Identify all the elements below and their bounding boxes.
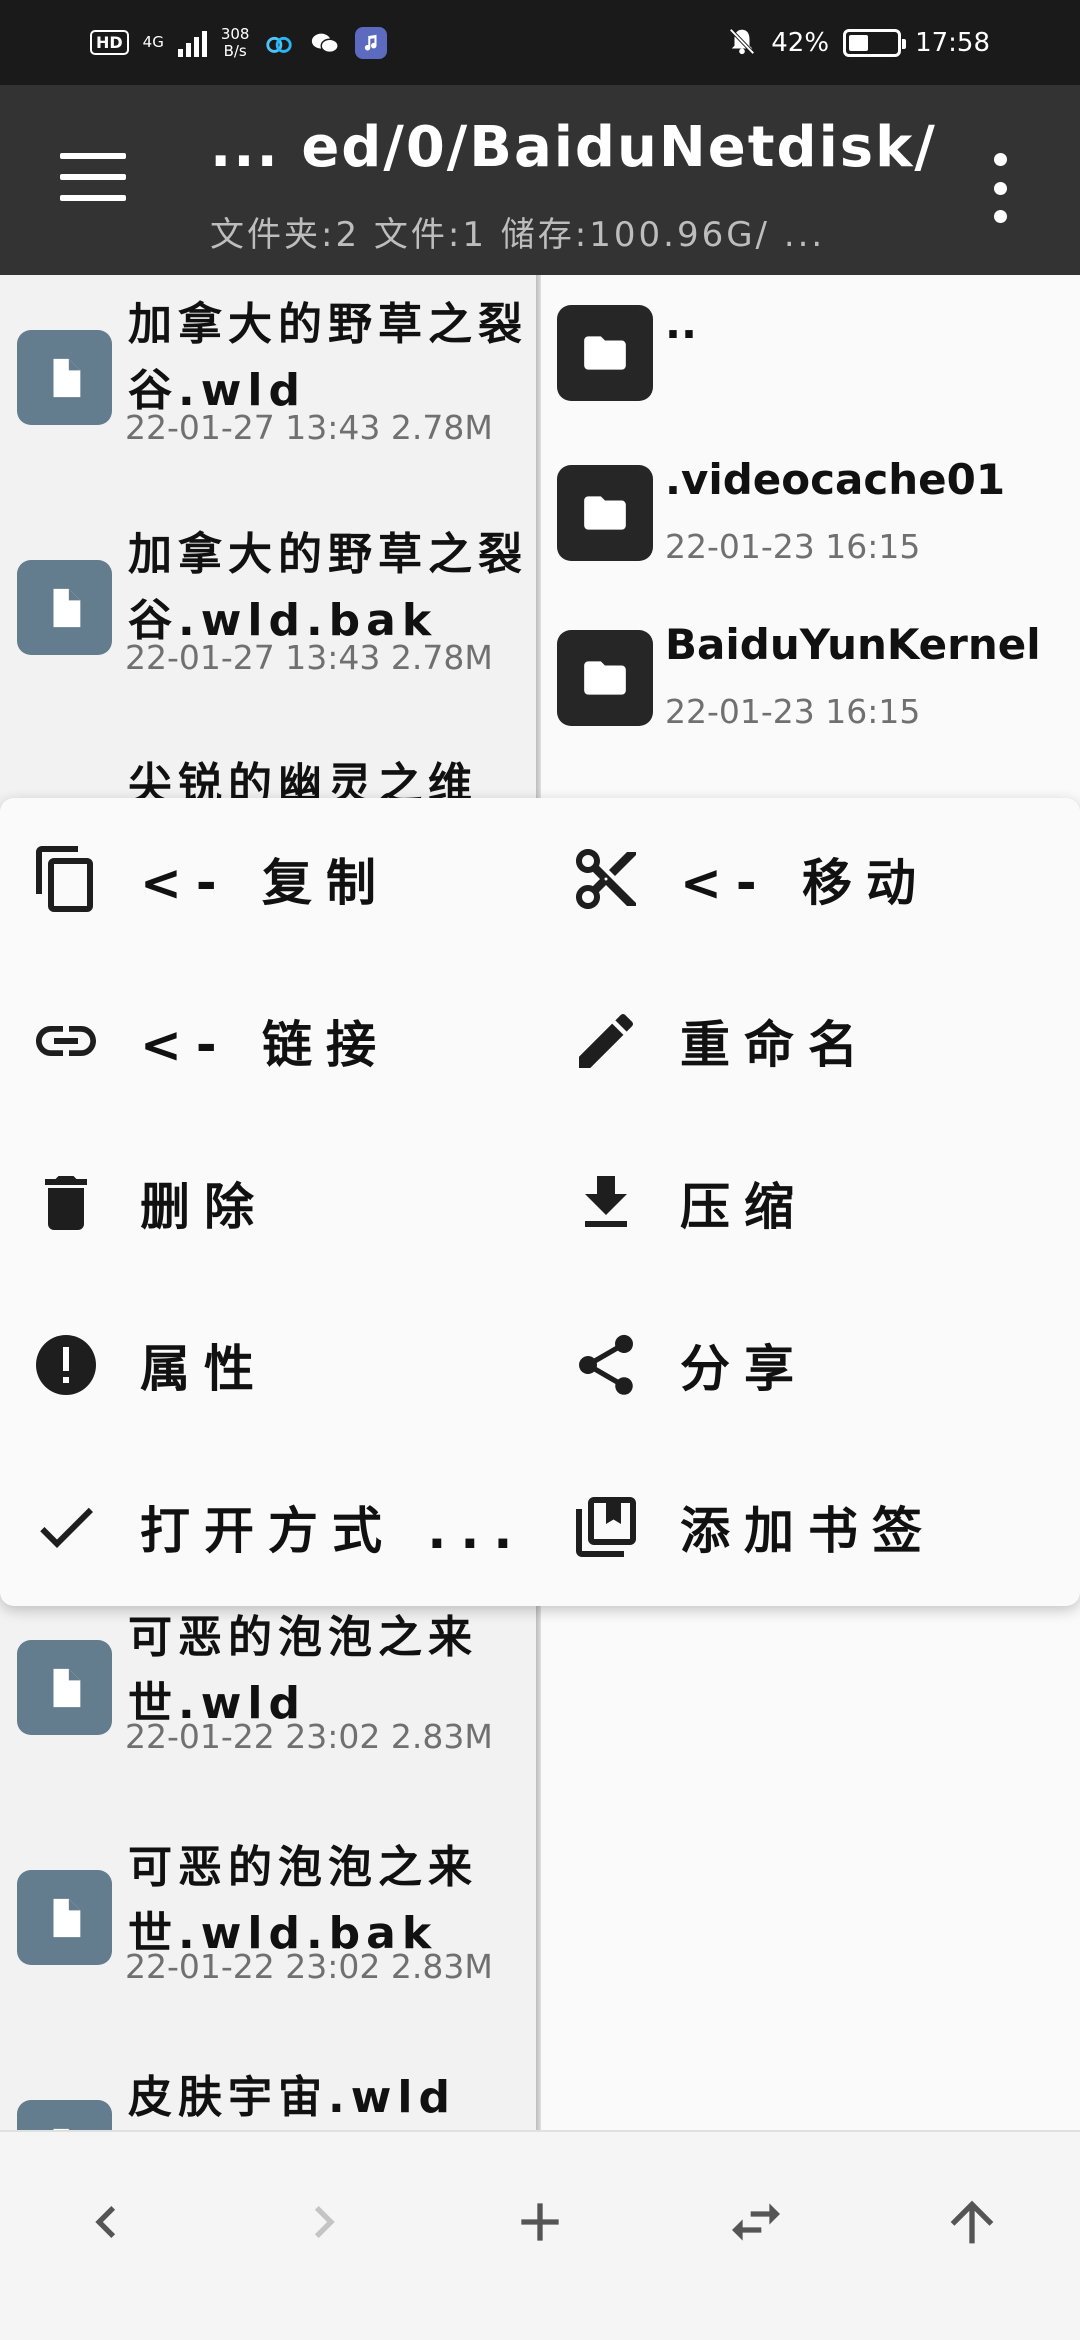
folder-icon	[557, 305, 653, 401]
menu-label: 分享	[680, 1340, 808, 1398]
info-icon	[30, 1329, 102, 1401]
list-item[interactable]: BaiduYunKernel 22-01-23 16:15	[541, 620, 1080, 780]
menu-item-share[interactable]: 分享	[540, 1284, 1080, 1446]
baidu-netdisk-app-icon	[263, 27, 295, 59]
speed-value: 308	[220, 24, 250, 43]
download-icon	[570, 1167, 642, 1239]
up-directory-button[interactable]	[932, 2182, 1012, 2262]
file-name: 加拿大的野草之裂谷.wld	[128, 299, 528, 416]
battery-percent: 42%	[771, 27, 830, 58]
list-item[interactable]: 可恶的泡泡之来世.wld.bak 22-01-22 23:02 2.83M	[0, 1840, 538, 2070]
speed-unit: B/s	[223, 41, 247, 60]
wechat-icon	[309, 27, 341, 59]
menu-label: <- 链接	[140, 1016, 391, 1074]
menu-item-properties[interactable]: 属性	[0, 1284, 540, 1446]
add-button[interactable]	[500, 2182, 580, 2262]
file-meta: 22-01-22 23:02 2.83M	[125, 1717, 493, 1756]
network-type: 4G	[142, 33, 164, 51]
folder-name: .videocache01	[665, 455, 1006, 504]
file-meta: 22-01-27 13:43 2.78M	[125, 408, 493, 447]
menu-item-open-with[interactable]: 打开方式 ...	[0, 1446, 540, 1608]
more-options-icon[interactable]	[985, 153, 1015, 223]
menu-label: <- 移动	[680, 854, 931, 912]
back-button[interactable]	[66, 2182, 146, 2262]
menu-item-copy[interactable]: <- 复制	[0, 798, 540, 960]
share-icon	[570, 1329, 642, 1401]
menu-label: 删除	[140, 1178, 268, 1236]
bottom-toolbar	[0, 2130, 1080, 2340]
battery-icon	[843, 28, 907, 57]
add-icon	[521, 2203, 559, 2241]
menu-label: 重命名	[680, 1016, 872, 1074]
clock: 17:58	[915, 27, 990, 58]
menu-label: 打开方式 ...	[140, 1502, 527, 1560]
file-icon	[17, 560, 112, 655]
file-icon	[17, 2100, 112, 2130]
hamburger-menu-icon[interactable]	[58, 147, 128, 207]
menu-item-delete[interactable]: 删除	[0, 1122, 540, 1284]
copy-icon	[30, 843, 102, 915]
up-icon	[950, 2200, 994, 2244]
file-name: 皮肤宇宙.wld	[128, 2072, 456, 2123]
status-right: 42% 17:58	[727, 26, 990, 60]
folder-meta: 22-01-23 16:15	[665, 692, 921, 731]
link-icon	[30, 1005, 102, 1077]
menu-item-link[interactable]: <- 链接	[0, 960, 540, 1122]
forward-button[interactable]	[284, 2182, 364, 2262]
signal-icon	[177, 29, 207, 57]
cut-icon	[570, 843, 642, 915]
file-icon	[17, 1870, 112, 1965]
check-icon	[30, 1491, 102, 1563]
folder-icon	[557, 465, 653, 561]
menu-item-compress[interactable]: 压缩	[540, 1122, 1080, 1284]
folder-meta: 22-01-23 16:15	[665, 527, 921, 566]
forward-icon	[314, 2206, 335, 2238]
file-meta: 22-01-22 23:02 2.83M	[125, 1947, 493, 1986]
status-bar: HD 4G 308 B/s 42% 17:58	[0, 0, 1080, 85]
list-item[interactable]: .videocache01 22-01-23 16:15	[541, 455, 1080, 615]
trash-icon	[30, 1167, 102, 1239]
status-left: HD 4G 308 B/s	[90, 24, 388, 60]
list-item[interactable]: 可恶的泡泡之来世.wld 22-01-22 23:02 2.83M	[0, 1610, 538, 1840]
file-meta: 22-01-27 13:43 2.78M	[125, 638, 493, 677]
menu-label: <- 复制	[140, 854, 391, 912]
back-icon	[95, 2206, 116, 2238]
app-bar: ... ed/0/BaiduNetdisk/ 文件夹:2 文件:1 储存:100…	[0, 85, 1080, 275]
music-app-icon	[355, 26, 388, 59]
bookmark-icon	[570, 1491, 642, 1563]
bell-muted-icon	[727, 26, 757, 60]
hd-badge: HD	[90, 30, 129, 55]
storage-summary: 文件夹:2 文件:1 储存:100.96G/ ...	[210, 215, 826, 255]
menu-label: 添加书签	[680, 1502, 936, 1560]
menu-label: 压缩	[680, 1178, 808, 1236]
pencil-icon	[570, 1005, 642, 1077]
current-path: ... ed/0/BaiduNetdisk/	[210, 115, 937, 180]
folder-icon	[557, 630, 653, 726]
menu-item-add-bookmark[interactable]: 添加书签	[540, 1446, 1080, 1608]
battery-fill	[849, 34, 869, 51]
menu-label: 属性	[140, 1340, 268, 1398]
list-item[interactable]: 加拿大的野草之裂谷.wld.bak 22-01-27 13:43 2.78M	[0, 525, 538, 755]
swap-panes-button[interactable]	[716, 2182, 796, 2262]
folder-name: ..	[665, 299, 697, 348]
list-item[interactable]: 加拿大的野草之裂谷.wld 22-01-27 13:43 2.78M	[0, 295, 538, 525]
file-icon	[17, 330, 112, 425]
swap-icon	[732, 2203, 780, 2241]
menu-item-rename[interactable]: 重命名	[540, 960, 1080, 1122]
file-icon	[17, 1640, 112, 1735]
list-item[interactable]: ..	[541, 295, 1080, 455]
list-item[interactable]: 皮肤宇宙.wld	[0, 2070, 538, 2130]
file-name: 加拿大的野草之裂谷.wld.bak	[128, 529, 528, 646]
folder-name: BaiduYunKernel	[665, 620, 1041, 669]
network-speed: 308 B/s	[220, 24, 250, 60]
context-menu: <- 复制 <- 移动 <- 链接 重命名 删除 压缩 属性 分享 打开方式 .…	[0, 798, 1080, 1606]
menu-item-move[interactable]: <- 移动	[540, 798, 1080, 960]
